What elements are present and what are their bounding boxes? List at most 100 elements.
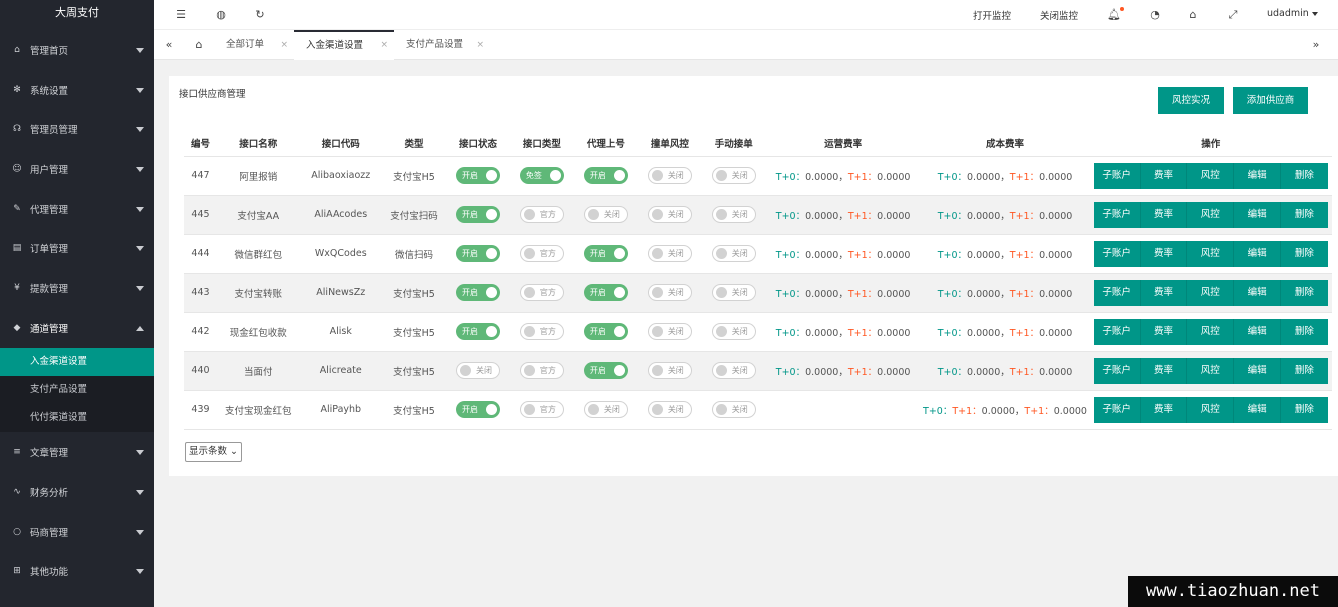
manual-switch[interactable]: 关闭 xyxy=(711,284,756,301)
risk-button[interactable]: 风控 xyxy=(1187,279,1235,306)
sidebar-item[interactable]: ¥ 提款管理 xyxy=(0,268,154,308)
tabs-scroll-right-icon[interactable]: » xyxy=(1309,38,1323,52)
open-monitor-button[interactable]: 打开监控 xyxy=(973,8,1011,22)
sidebar-item[interactable]: ☺ 用户管理 xyxy=(0,149,154,189)
tab-deposit-channel[interactable]: 入金渠道设置 × xyxy=(294,30,394,60)
edit-button[interactable]: 编辑 xyxy=(1234,318,1281,345)
theme-icon[interactable]: ◔ xyxy=(1148,8,1162,22)
delete-button[interactable]: 删除 xyxy=(1280,396,1328,423)
sidebar-item[interactable]: ○ 码商管理 xyxy=(0,512,154,552)
tab-all-orders[interactable]: 全部订单 × xyxy=(214,30,294,60)
agent-switch[interactable]: 关闭 xyxy=(583,401,628,418)
bell-icon[interactable]: 🔔︎ xyxy=(1107,7,1124,22)
edit-button[interactable]: 编辑 xyxy=(1234,240,1281,267)
risk-button[interactable]: 风控 xyxy=(1187,162,1235,189)
rate-button[interactable]: 费率 xyxy=(1140,162,1188,189)
sidebar-item[interactable]: ✎ 代理管理 xyxy=(0,189,154,229)
sidebar-item[interactable]: ◆ 通道管理 xyxy=(0,308,154,348)
risk-switch[interactable]: 关闭 xyxy=(647,401,692,418)
delete-button[interactable]: 删除 xyxy=(1280,357,1328,384)
page-size-select[interactable]: 显示条数 ⌄ xyxy=(185,442,243,462)
status-switch[interactable]: 开启 xyxy=(455,323,500,340)
submenu-item[interactable]: 代付渠道设置 xyxy=(0,404,154,432)
edit-button[interactable]: 编辑 xyxy=(1234,357,1281,384)
rate-button[interactable]: 费率 xyxy=(1140,357,1188,384)
interface-type-switch[interactable]: 官方 xyxy=(519,401,564,418)
globe-icon[interactable]: ◍ xyxy=(214,8,228,22)
submenu-item[interactable]: 支付产品设置 xyxy=(0,376,154,404)
sidebar-item[interactable]: ∿ 财务分析 xyxy=(0,472,154,512)
interface-type-switch[interactable]: 官方 xyxy=(519,245,564,262)
home-tab-icon[interactable]: ⌂ xyxy=(192,38,206,52)
edit-button[interactable]: 编辑 xyxy=(1234,279,1281,306)
risk-button[interactable]: 风控 xyxy=(1187,396,1235,423)
manual-switch[interactable]: 关闭 xyxy=(711,401,756,418)
edit-button[interactable]: 编辑 xyxy=(1234,162,1281,189)
sub-account-button[interactable]: 子账户 xyxy=(1093,240,1141,267)
interface-type-switch[interactable]: 官方 xyxy=(519,206,564,223)
interface-type-switch[interactable]: 免签 xyxy=(519,167,564,184)
agent-switch[interactable]: 开启 xyxy=(583,323,628,340)
delete-button[interactable]: 删除 xyxy=(1280,318,1328,345)
manual-switch[interactable]: 关闭 xyxy=(711,323,756,340)
sub-account-button[interactable]: 子账户 xyxy=(1093,357,1141,384)
risk-live-button[interactable]: 风控实况 xyxy=(1158,87,1224,114)
risk-switch[interactable]: 关闭 xyxy=(647,167,692,184)
risk-button[interactable]: 风控 xyxy=(1187,357,1235,384)
status-switch[interactable]: 开启 xyxy=(455,284,500,301)
rate-button[interactable]: 费率 xyxy=(1140,201,1188,228)
agent-switch[interactable]: 开启 xyxy=(583,362,628,379)
sub-account-button[interactable]: 子账户 xyxy=(1093,396,1141,423)
tabs-scroll-left-icon[interactable]: « xyxy=(162,38,176,52)
add-supplier-button[interactable]: 添加供应商 xyxy=(1233,87,1308,114)
interface-type-switch[interactable]: 官方 xyxy=(519,323,564,340)
risk-switch[interactable]: 关闭 xyxy=(647,245,692,262)
close-tab-icon[interactable]: × xyxy=(280,30,288,60)
risk-switch[interactable]: 关闭 xyxy=(647,284,692,301)
agent-switch[interactable]: 关闭 xyxy=(583,206,628,223)
manual-switch[interactable]: 关闭 xyxy=(711,206,756,223)
refresh-icon[interactable]: ↻ xyxy=(253,8,267,22)
tab-pay-product[interactable]: 支付产品设置 × xyxy=(394,30,490,60)
interface-type-switch[interactable]: 官方 xyxy=(519,284,564,301)
status-switch[interactable]: 开启 xyxy=(455,206,500,223)
risk-button[interactable]: 风控 xyxy=(1187,240,1235,267)
status-switch[interactable]: 开启 xyxy=(455,167,500,184)
delete-button[interactable]: 删除 xyxy=(1280,201,1328,228)
agent-switch[interactable]: 开启 xyxy=(583,167,628,184)
manual-switch[interactable]: 关闭 xyxy=(711,362,756,379)
sidebar-item[interactable]: ✻ 系统设置 xyxy=(0,70,154,110)
fullscreen-icon[interactable]: ⤢ xyxy=(1226,8,1240,22)
submenu-item[interactable]: 入金渠道设置 xyxy=(0,347,154,376)
risk-switch[interactable]: 关闭 xyxy=(647,206,692,223)
sidebar-item[interactable]: ⌂ 管理首页 xyxy=(0,30,154,70)
close-tab-icon[interactable]: × xyxy=(380,32,388,59)
close-tab-icon[interactable]: × xyxy=(476,30,484,60)
user-menu[interactable]: udadmin xyxy=(1267,8,1318,19)
risk-button[interactable]: 风控 xyxy=(1187,201,1235,228)
sub-account-button[interactable]: 子账户 xyxy=(1093,318,1141,345)
agent-switch[interactable]: 开启 xyxy=(583,284,628,301)
sidebar-item[interactable]: ≡ 文章管理 xyxy=(0,432,154,472)
tag-icon[interactable]: ⌂ xyxy=(1186,8,1200,22)
menu-toggle-icon[interactable]: ☰ xyxy=(174,8,188,22)
delete-button[interactable]: 删除 xyxy=(1280,279,1328,306)
edit-button[interactable]: 编辑 xyxy=(1234,396,1281,423)
risk-button[interactable]: 风控 xyxy=(1187,318,1235,345)
close-monitor-button[interactable]: 关闭监控 xyxy=(1040,8,1078,22)
risk-switch[interactable]: 关闭 xyxy=(647,362,692,379)
sidebar-item[interactable]: ⊞ 其他功能 xyxy=(0,551,154,591)
rate-button[interactable]: 费率 xyxy=(1140,279,1188,306)
sub-account-button[interactable]: 子账户 xyxy=(1093,201,1141,228)
risk-switch[interactable]: 关闭 xyxy=(647,323,692,340)
sub-account-button[interactable]: 子账户 xyxy=(1093,162,1141,189)
status-switch[interactable]: 关闭 xyxy=(455,362,500,379)
rate-button[interactable]: 费率 xyxy=(1140,396,1188,423)
manual-switch[interactable]: 关闭 xyxy=(711,167,756,184)
rate-button[interactable]: 费率 xyxy=(1140,318,1188,345)
edit-button[interactable]: 编辑 xyxy=(1234,201,1281,228)
status-switch[interactable]: 开启 xyxy=(455,401,500,418)
sub-account-button[interactable]: 子账户 xyxy=(1093,279,1141,306)
delete-button[interactable]: 删除 xyxy=(1280,162,1328,189)
manual-switch[interactable]: 关闭 xyxy=(711,245,756,262)
